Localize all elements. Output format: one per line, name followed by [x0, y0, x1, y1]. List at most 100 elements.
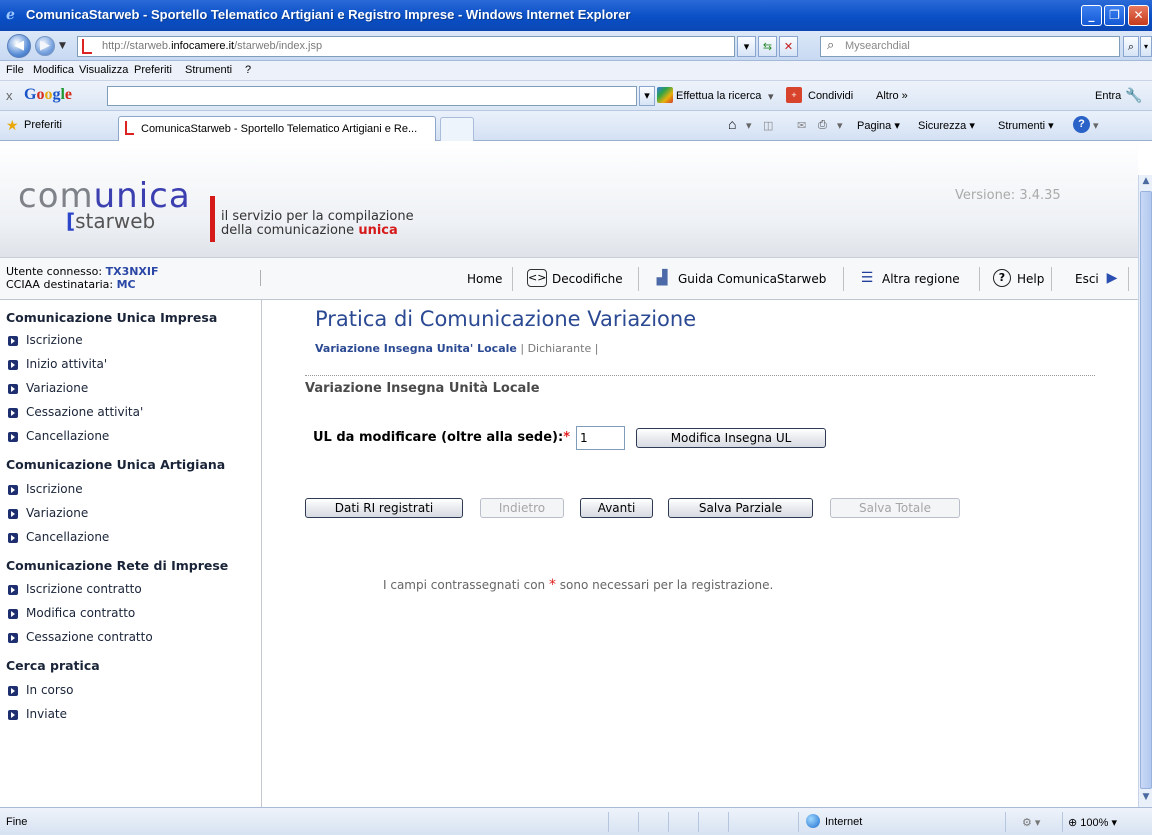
menu-bar: File Modifica Visualizza Preferiti Strum… — [0, 61, 1152, 81]
site-tagline: il servizio per la compilazione della co… — [221, 209, 414, 238]
pagina-menu[interactable]: Pagina ▾ — [857, 119, 900, 132]
protected-mode-icon[interactable]: ⚙ ▾ — [1022, 816, 1040, 829]
menu-preferiti[interactable]: Preferiti — [134, 64, 172, 76]
maximize-button[interactable]: ❐ — [1104, 5, 1125, 26]
print-icon[interactable]: ⎙ — [818, 119, 827, 132]
close-window-button[interactable]: ✕ — [1128, 5, 1149, 26]
favorites-star-icon: ★ — [6, 117, 19, 133]
wrench-icon[interactable]: 🔧 — [1125, 87, 1142, 104]
sidebar-item-rete-modifica[interactable]: Modifica contratto — [26, 606, 135, 620]
scroll-up-icon[interactable]: ▲ — [1140, 176, 1152, 190]
back-button[interactable]: ◀ — [7, 34, 31, 58]
breadcrumb: Variazione Insegna Unita' Locale | Dichi… — [315, 342, 599, 355]
nav-decodifiche[interactable]: Decodifiche — [552, 272, 623, 286]
share-icon: + — [786, 87, 802, 103]
security-zone: Internet — [825, 816, 863, 828]
modifica-insegna-ul-button[interactable]: Modifica Insegna UL — [636, 428, 826, 448]
salva-totale-button[interactable]: Salva Totale — [830, 498, 960, 518]
recent-pages-dropdown-icon[interactable]: ▼ — [59, 41, 66, 51]
home-dropdown-icon[interactable]: ▾ — [746, 119, 752, 132]
scroll-down-icon[interactable]: ▼ — [1140, 792, 1152, 806]
nav-altra-regione[interactable]: Altra regione — [882, 272, 960, 286]
sicurezza-menu[interactable]: Sicurezza ▾ — [918, 119, 975, 132]
sidebar-item-artigiana-cancellazione[interactable]: Cancellazione — [26, 530, 109, 544]
sidebar-item-rete-iscrizione[interactable]: Iscrizione contratto — [26, 582, 142, 596]
avanti-button[interactable]: Avanti — [580, 498, 653, 518]
sidebar-item-impresa-variazione[interactable]: Variazione — [26, 381, 88, 395]
page-scrollbar[interactable]: ▲ ▼ — [1138, 175, 1152, 807]
sidebar-item-impresa-cancellazione[interactable]: Cancellazione — [26, 429, 109, 443]
bullet-arrow-icon — [8, 609, 18, 619]
sidebar-item-in-corso[interactable]: In corso — [26, 683, 73, 697]
google-search-dropdown[interactable]: ▾ — [639, 86, 655, 106]
crumb-dichiarante[interactable]: Dichiarante — [528, 342, 592, 355]
favorites-button[interactable]: Preferiti — [24, 119, 62, 131]
sidebar-item-impresa-inizio-attivita[interactable]: Inizio attivita' — [26, 357, 107, 371]
menu-strumenti[interactable]: Strumenti — [185, 64, 232, 76]
effettua-ricerca-button[interactable]: Effettua la ricerca — [676, 90, 761, 102]
indietro-button[interactable]: Indietro — [480, 498, 564, 518]
bullet-arrow-icon — [8, 408, 18, 418]
bullet-arrow-icon — [8, 633, 18, 643]
google-search-icon — [657, 87, 673, 103]
sidebar-item-artigiana-iscrizione[interactable]: Iscrizione — [26, 482, 83, 496]
page-title: Pratica di Comunicazione Variazione — [315, 307, 697, 331]
google-logo[interactable]: Google — [24, 86, 72, 104]
scroll-thumb[interactable] — [1140, 191, 1152, 789]
close-toolbar-icon[interactable]: x — [6, 88, 13, 103]
google-toolbar: x Google ▾ Effettua la ricerca ▾ + Condi… — [0, 81, 1152, 111]
browser-tab[interactable]: ComunicaStarweb - Sportello Telematico A… — [118, 116, 436, 141]
home-icon[interactable]: ⌂ — [728, 116, 736, 132]
google-search-input[interactable] — [107, 86, 637, 106]
salva-parziale-button[interactable]: Salva Parziale — [668, 498, 813, 518]
strumenti-menu[interactable]: Strumenti ▾ — [998, 119, 1054, 132]
address-toolbar: ◀ ▶ ▼ http://starweb.infocamere.it/starw… — [0, 31, 1152, 61]
menu-file[interactable]: File — [6, 64, 24, 76]
sidebar-heading-artigiana: Comunicazione Unica Artigiana — [6, 457, 226, 472]
version-label: Versione: 3.4.35 — [955, 188, 1061, 203]
status-bar: Fine Internet ⚙ ▾ ⊕ 100% ▾ — [0, 807, 1152, 835]
refresh-icon[interactable]: ⇆ — [758, 36, 777, 57]
entra-button[interactable]: Entra — [1095, 90, 1121, 102]
dati-ri-registrati-button[interactable]: Dati RI registrati — [305, 498, 463, 518]
forward-button[interactable]: ▶ — [35, 36, 55, 56]
help-icon[interactable]: ? — [1073, 116, 1090, 133]
new-tab-button[interactable] — [440, 117, 474, 141]
minimize-button[interactable]: _ — [1081, 5, 1102, 26]
web-search-input[interactable]: ⌕ Mysearchdial — [820, 36, 1120, 57]
zoom-level[interactable]: ⊕ 100% ▾ — [1068, 816, 1117, 829]
sidebar: Comunicazione Unica Impresa Iscrizione I… — [0, 300, 262, 807]
tab-favicon-icon — [125, 121, 134, 135]
sidebar-item-impresa-iscrizione[interactable]: Iscrizione — [26, 333, 83, 347]
status-text: Fine — [6, 816, 28, 828]
menu-visualizza[interactable]: Visualizza — [79, 64, 128, 76]
divider — [305, 375, 1095, 376]
menu-help[interactable]: ? — [245, 64, 251, 76]
menu-modifica[interactable]: Modifica — [33, 64, 74, 76]
sidebar-item-inviate[interactable]: Inviate — [26, 707, 67, 721]
user-info: Utente connesso: TX3NXIF CCIAA destinata… — [6, 265, 159, 291]
nav-help[interactable]: Help — [1017, 272, 1044, 286]
condividi-button[interactable]: Condividi — [808, 90, 853, 102]
stop-icon[interactable]: ✕ — [779, 36, 798, 57]
address-url[interactable]: http://starweb.infocamere.it/starweb/ind… — [102, 40, 322, 52]
favorites-bar: ★ Preferiti ComunicaStarweb - Sportello … — [0, 111, 1152, 141]
main-content: Pratica di Comunicazione Variazione Vari… — [263, 300, 1138, 807]
nav-home[interactable]: Home — [467, 272, 502, 286]
mail-icon[interactable]: ✉ — [797, 119, 806, 132]
address-bar[interactable]: http://starweb.infocamere.it/starweb/ind… — [77, 36, 735, 57]
search-options-icon[interactable]: ▾ — [1140, 36, 1152, 57]
ul-number-input[interactable] — [576, 426, 625, 450]
nav-guida[interactable]: Guida ComunicaStarweb — [678, 272, 826, 286]
altro-button[interactable]: Altro » — [876, 90, 908, 102]
bullet-arrow-icon — [8, 432, 18, 442]
nav-esci[interactable]: Esci — [1075, 272, 1099, 286]
sidebar-item-artigiana-variazione[interactable]: Variazione — [26, 506, 88, 520]
address-dropdown-button[interactable]: ▾ — [737, 36, 756, 57]
sidebar-item-rete-cessazione[interactable]: Cessazione contratto — [26, 630, 153, 644]
search-go-button[interactable]: ⌕ — [1123, 36, 1139, 57]
crumb-variazione-insegna[interactable]: Variazione Insegna Unita' Locale — [315, 342, 517, 355]
ie-logo-icon: ℯ — [6, 7, 15, 23]
feeds-icon[interactable]: ◫ — [763, 119, 773, 132]
sidebar-item-impresa-cessazione[interactable]: Cessazione attivita' — [26, 405, 143, 419]
